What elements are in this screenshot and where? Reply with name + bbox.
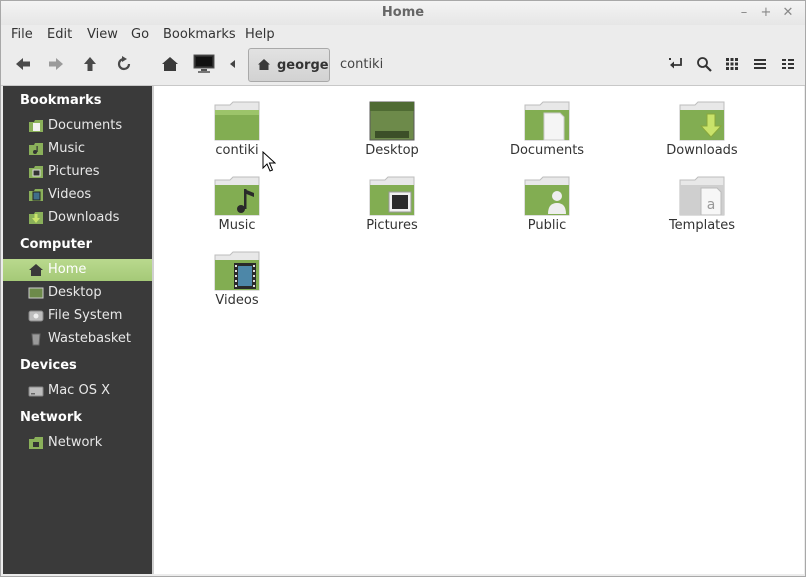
videos-folder-icon xyxy=(214,251,260,291)
toggle-location-icon[interactable] xyxy=(663,51,689,77)
up-arrow-icon[interactable] xyxy=(77,51,103,77)
sidebar-item-label: Downloads xyxy=(48,210,120,225)
sidebar-item-label: Wastebasket xyxy=(48,331,132,346)
folder-item-pictures[interactable]: Pictures xyxy=(337,176,447,246)
sidebar-item-downloads[interactable]: Downloads xyxy=(3,207,152,229)
downloads-folder-icon xyxy=(29,212,43,224)
templates-folder-icon: a xyxy=(679,176,725,216)
window-title: Home xyxy=(381,5,425,20)
file-manager-window: Home – + ✕ File Edit View Go Bookmarks H… xyxy=(0,0,806,577)
close-icon[interactable]: ✕ xyxy=(780,5,796,21)
sidebar-item-label: Home xyxy=(48,262,87,277)
folder-label: Desktop xyxy=(365,143,419,158)
sidebar-heading-network: Network xyxy=(20,410,82,425)
reload-icon[interactable] xyxy=(111,51,137,77)
menubar: File Edit View Go Bookmarks Help xyxy=(1,25,805,45)
folder-label: Templates xyxy=(668,218,736,233)
mouse-cursor-icon xyxy=(262,151,276,172)
sidebar-item-label: Videos xyxy=(48,187,92,202)
compact-view-icon[interactable] xyxy=(775,51,801,77)
svg-text:a: a xyxy=(707,197,716,213)
sidebar-item-mac-os-x[interactable]: Mac OS X xyxy=(3,380,152,402)
sidebar-item-documents[interactable]: Documents xyxy=(3,115,152,137)
public-folder-icon xyxy=(524,176,570,216)
sidebar-heading-computer: Computer xyxy=(20,237,93,252)
menu-edit[interactable]: Edit xyxy=(47,27,72,42)
folder-icon xyxy=(214,101,260,141)
sidebar-item-desktop[interactable]: Desktop xyxy=(3,282,152,304)
folder-item-videos[interactable]: Videos xyxy=(182,251,292,321)
desktop-folder-icon xyxy=(369,101,415,141)
downloads-folder-icon xyxy=(679,101,725,141)
network-folder-icon xyxy=(29,437,43,449)
sidebar-heading-bookmarks: Bookmarks xyxy=(20,93,102,108)
forward-arrow-icon[interactable] xyxy=(43,51,69,77)
folder-item-public[interactable]: Public xyxy=(492,176,602,246)
folder-label: Videos xyxy=(215,293,259,308)
documents-folder-icon xyxy=(524,101,570,141)
sidebar: Bookmarks Documents Music Pictures Video… xyxy=(3,86,152,574)
sidebar-item-pictures[interactable]: Pictures xyxy=(3,161,152,183)
folder-label: Documents xyxy=(509,143,585,158)
sidebar-item-home[interactable]: Home xyxy=(3,259,152,281)
folder-label: Pictures xyxy=(366,218,418,233)
pictures-folder-icon xyxy=(29,166,43,178)
menu-bookmarks[interactable]: Bookmarks xyxy=(163,27,236,42)
home-icon xyxy=(29,264,43,276)
path-button-label: george xyxy=(277,58,329,73)
sidebar-item-wastebasket[interactable]: Wastebasket xyxy=(3,328,152,350)
sidebar-item-label: Mac OS X xyxy=(48,383,110,398)
computer-icon[interactable] xyxy=(191,51,217,77)
menu-help[interactable]: Help xyxy=(245,27,275,42)
search-icon[interactable] xyxy=(691,51,717,77)
sidebar-item-label: Desktop xyxy=(48,285,102,300)
home-icon[interactable] xyxy=(157,51,183,77)
path-button-contiki[interactable]: contiki xyxy=(340,57,383,72)
folder-item-downloads[interactable]: Downloads xyxy=(647,101,757,171)
list-view-icon[interactable] xyxy=(747,51,773,77)
folder-item-desktop[interactable]: Desktop xyxy=(337,101,447,171)
titlebar[interactable]: Home – + ✕ xyxy=(1,1,805,25)
file-view[interactable]: contiki Desktop Documents Downloads Musi… xyxy=(154,86,804,574)
sidebar-item-videos[interactable]: Videos xyxy=(3,184,152,206)
menu-file[interactable]: File xyxy=(11,27,33,42)
desktop-icon xyxy=(28,287,44,299)
folder-label: Downloads xyxy=(666,143,738,158)
folder-item-music[interactable]: Music xyxy=(182,176,292,246)
trash-icon xyxy=(31,333,41,346)
folder-label: Public xyxy=(527,218,567,233)
pictures-folder-icon xyxy=(369,176,415,216)
sidebar-item-label: Network xyxy=(48,435,103,450)
folder-item-documents[interactable]: Documents xyxy=(492,101,602,171)
path-left-arrow-icon[interactable] xyxy=(227,51,239,77)
home-icon xyxy=(258,59,270,70)
music-folder-icon xyxy=(214,176,260,216)
sidebar-item-label: File System xyxy=(48,308,123,323)
sidebar-item-label: Documents xyxy=(48,118,123,133)
drive-icon xyxy=(28,386,44,397)
maximize-icon[interactable]: + xyxy=(758,5,774,21)
path-button-george[interactable]: george xyxy=(248,48,330,82)
sidebar-item-network[interactable]: Network xyxy=(3,432,152,454)
folder-label: Music xyxy=(218,218,256,233)
menu-view[interactable]: View xyxy=(87,27,118,42)
icon-view-icon[interactable] xyxy=(719,51,745,77)
sidebar-heading-devices: Devices xyxy=(20,358,77,373)
drive-icon xyxy=(28,310,44,322)
folder-item-templates[interactable]: a Templates xyxy=(647,176,757,246)
minimize-icon[interactable]: – xyxy=(736,5,752,21)
back-arrow-icon[interactable] xyxy=(10,51,36,77)
toolbar xyxy=(1,45,805,125)
menu-go[interactable]: Go xyxy=(131,27,149,42)
videos-folder-icon xyxy=(29,189,43,201)
sidebar-item-label: Music xyxy=(48,141,85,156)
sidebar-item-music[interactable]: Music xyxy=(3,138,152,160)
sidebar-item-label: Pictures xyxy=(48,164,100,179)
sidebar-item-file-system[interactable]: File System xyxy=(3,305,152,327)
documents-folder-icon xyxy=(29,120,43,132)
music-folder-icon xyxy=(29,143,43,155)
